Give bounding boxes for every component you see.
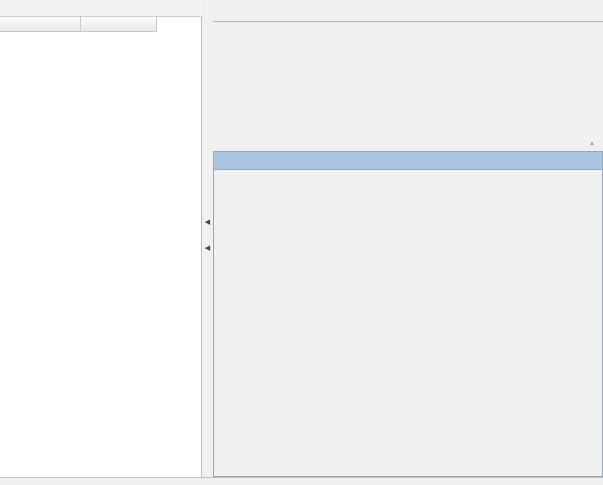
column-header-records[interactable] [80, 17, 157, 32]
summary-chart: ▲ [213, 22, 603, 149]
splitter-collapse-left-icon[interactable]: ◀ [203, 244, 212, 254]
operating-points-panel-title [0, 0, 205, 17]
operating-points-table[interactable] [0, 17, 157, 32]
operating-points-panel [0, 0, 205, 477]
panel-splitter[interactable]: ◀ ◀ [202, 0, 213, 477]
resize-hint-icon[interactable]: ▲ [589, 141, 595, 147]
tab-bar [213, 0, 603, 22]
pairwise-plots-panel [213, 151, 603, 477]
table-header-row [0, 17, 157, 32]
data-editor-right-region: ▲ [213, 0, 603, 477]
pairwise-plots-title [214, 152, 602, 170]
splitter-collapse-left-icon[interactable]: ◀ [203, 218, 212, 228]
status-bar [0, 477, 603, 485]
column-header-number[interactable] [0, 17, 81, 32]
